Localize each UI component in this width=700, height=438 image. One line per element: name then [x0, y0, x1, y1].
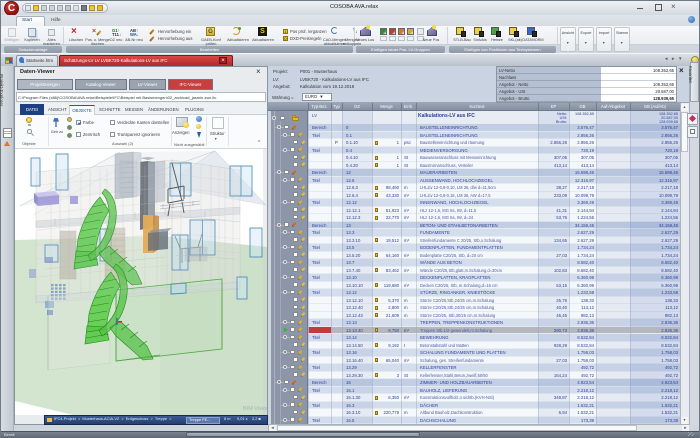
svg-text:BIM Vision: BIM Vision — [243, 406, 267, 412]
